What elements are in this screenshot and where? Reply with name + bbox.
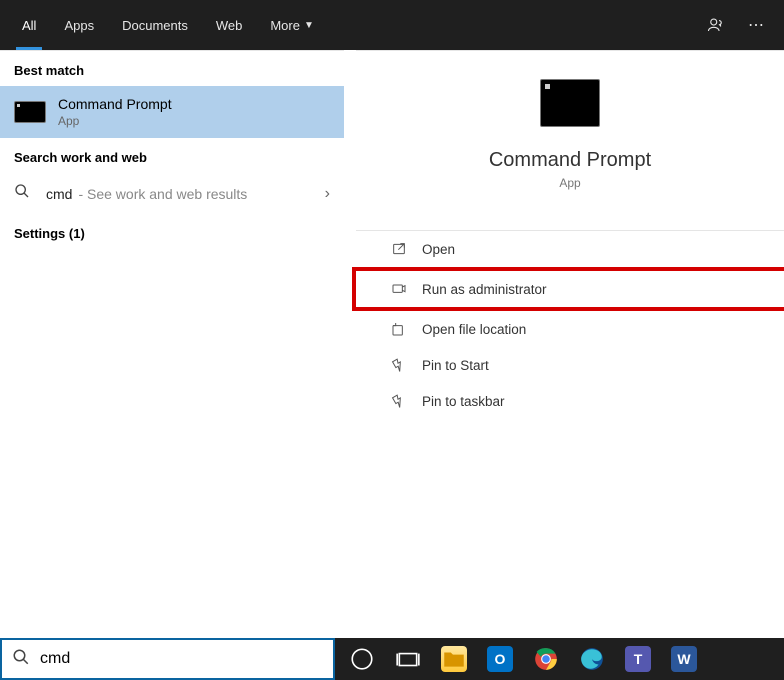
tab-web[interactable]: Web [202, 0, 257, 50]
more-options-icon[interactable]: ⋯ [736, 15, 776, 35]
app-thumbnail [540, 79, 600, 127]
search-icon [14, 183, 34, 204]
action-pin-taskbar[interactable]: Pin to taskbar [356, 383, 784, 419]
web-search-result[interactable]: cmd - See work and web results › [0, 173, 344, 214]
word-icon[interactable]: W [663, 638, 705, 680]
results-pane: Best match Command Prompt App Search wor… [0, 50, 344, 638]
tab-apps[interactable]: Apps [50, 0, 108, 50]
action-open[interactable]: Open [356, 231, 784, 267]
action-label: Run as administrator [422, 282, 547, 297]
admin-icon [386, 281, 412, 297]
preview-title: Command Prompt [489, 149, 651, 172]
pin-icon [386, 393, 412, 409]
tab-label: Web [216, 18, 243, 33]
action-label: Pin to taskbar [422, 394, 505, 409]
result-title: Command Prompt [58, 96, 172, 112]
cmd-icon [14, 101, 46, 123]
search-tabs-bar: All Apps Documents Web More ▼ ⋯ [0, 0, 784, 50]
chrome-icon[interactable] [525, 638, 567, 680]
tab-label: Documents [122, 18, 188, 33]
pin-icon [386, 357, 412, 373]
folder-icon [386, 321, 412, 337]
search-icon [12, 648, 30, 671]
tab-more[interactable]: More ▼ [256, 0, 328, 50]
tab-label: More [270, 18, 300, 33]
taskbar: O T W [335, 638, 784, 680]
task-view-icon[interactable] [387, 638, 429, 680]
section-search-web: Search work and web [0, 138, 344, 173]
action-label: Open file location [422, 322, 526, 337]
action-label: Open [422, 242, 455, 257]
action-pin-start[interactable]: Pin to Start [356, 347, 784, 383]
section-best-match: Best match [0, 51, 344, 86]
result-subtitle: App [58, 114, 172, 128]
preview-type: App [559, 176, 580, 190]
chevron-down-icon: ▼ [304, 20, 314, 31]
action-run-as-admin[interactable]: Run as administrator [352, 267, 784, 311]
section-settings: Settings (1) [0, 214, 344, 249]
tab-all[interactable]: All [8, 0, 50, 50]
preview-pane: Command Prompt App Open Run as administr… [356, 50, 784, 638]
open-icon [386, 241, 412, 257]
tab-documents[interactable]: Documents [108, 0, 202, 50]
tab-label: Apps [64, 18, 94, 33]
query-hint: - See work and web results [78, 186, 247, 202]
action-label: Pin to Start [422, 358, 489, 373]
file-explorer-icon[interactable] [433, 638, 475, 680]
cortana-icon[interactable] [341, 638, 383, 680]
result-command-prompt[interactable]: Command Prompt App [0, 86, 344, 138]
feedback-icon[interactable] [696, 16, 736, 34]
query-text: cmd [46, 186, 72, 202]
outlook-icon[interactable]: O [479, 638, 521, 680]
edge-icon[interactable] [571, 638, 613, 680]
tab-label: All [22, 18, 36, 33]
chevron-right-icon: › [325, 185, 330, 203]
teams-icon[interactable]: T [617, 638, 659, 680]
action-open-location[interactable]: Open file location [356, 311, 784, 347]
search-bar[interactable] [0, 638, 335, 680]
search-input[interactable] [40, 650, 323, 668]
